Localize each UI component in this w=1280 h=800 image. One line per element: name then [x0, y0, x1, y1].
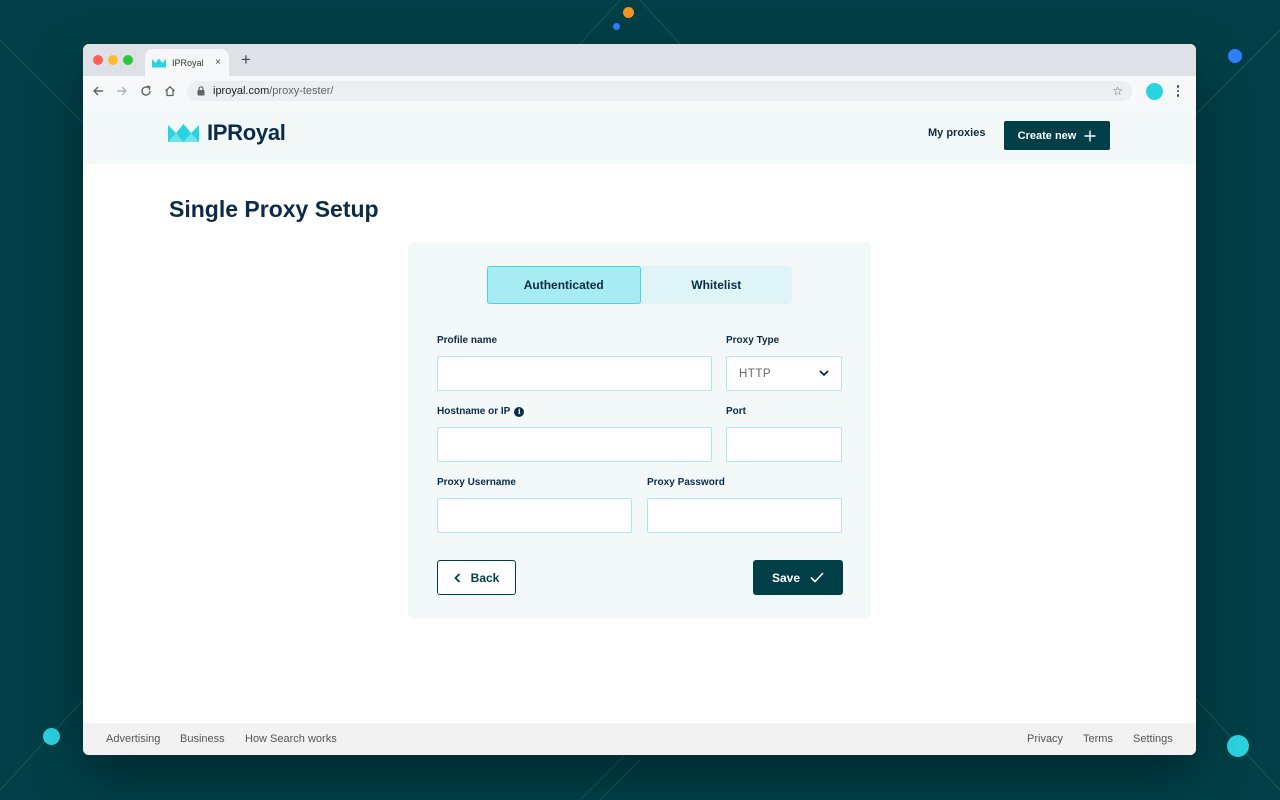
browser-menu-icon[interactable]: [1174, 83, 1182, 99]
back-button[interactable]: Back: [437, 560, 516, 595]
url-path: /proxy-tester/: [269, 85, 334, 97]
proxy-type-label: Proxy Type: [726, 335, 780, 346]
chevron-left-icon: [453, 572, 460, 583]
save-label: Save: [771, 570, 801, 585]
profile-name-label: Profile name: [437, 335, 498, 346]
proxy-type-value: HTTP: [739, 367, 772, 380]
info-icon[interactable]: i: [514, 406, 525, 417]
back-label: Back: [470, 570, 500, 585]
proxy-username-label: Proxy Username: [437, 477, 516, 488]
tab-bar: IPRoyal × +: [83, 44, 1196, 76]
chevron-down-icon: [819, 370, 829, 377]
minimize-window-button[interactable]: [108, 55, 118, 65]
tab-authenticated[interactable]: Authenticated: [487, 266, 641, 304]
crown-icon: [152, 58, 166, 68]
footer-link-advertising[interactable]: Advertising: [106, 733, 160, 745]
proxy-type-select[interactable]: HTTP: [726, 356, 842, 391]
address-bar[interactable]: iproyal.com/proxy-tester/ ☆: [187, 81, 1132, 101]
decor-dot-cyan-right: [1227, 735, 1249, 757]
decor-dot-orange: [623, 7, 634, 18]
port-label: Port: [726, 406, 746, 417]
decor-dot-cyan-left: [43, 728, 60, 745]
iproyal-logo[interactable]: IPRoyal: [168, 120, 286, 146]
url-text: iproyal.com/proxy-tester/: [213, 85, 333, 97]
proxy-setup-card: Authenticated Whitelist Profile name Pro…: [408, 242, 871, 619]
port-input[interactable]: [726, 427, 842, 462]
footer-link-how-search-works[interactable]: How Search works: [245, 733, 337, 745]
home-icon[interactable]: [163, 84, 177, 98]
logo-text: IPRoyal: [207, 120, 286, 145]
crown-icon: [168, 124, 199, 142]
hostname-label-text: Hostname or IP: [437, 406, 511, 417]
browser-toolbar: iproyal.com/proxy-tester/ ☆: [83, 76, 1196, 107]
reload-icon[interactable]: [139, 84, 153, 98]
close-window-button[interactable]: [93, 55, 103, 65]
auth-mode-toggle: Authenticated Whitelist: [487, 266, 792, 304]
create-new-label: Create new: [1017, 129, 1077, 142]
new-tab-button[interactable]: +: [241, 51, 251, 68]
decor-dot-blue-small: [613, 23, 620, 30]
profile-avatar[interactable]: [1146, 83, 1163, 100]
tab-title: IPRoyal: [172, 57, 204, 68]
footer-link-business[interactable]: Business: [180, 733, 225, 745]
tab-whitelist[interactable]: Whitelist: [641, 266, 793, 304]
back-arrow-icon[interactable]: [91, 84, 105, 98]
zoom-window-button[interactable]: [123, 55, 133, 65]
browser-tab[interactable]: IPRoyal ×: [145, 49, 229, 76]
proxy-password-input[interactable]: [647, 498, 842, 533]
page-footer: Advertising Business How Search works Pr…: [83, 723, 1196, 755]
hostname-input[interactable]: [437, 427, 712, 462]
footer-link-terms[interactable]: Terms: [1083, 733, 1113, 745]
my-proxies-link[interactable]: My proxies: [928, 127, 985, 139]
save-button[interactable]: Save: [753, 560, 843, 595]
lock-icon: [197, 86, 205, 96]
browser-window: IPRoyal × + iproyal.com/proxy-tester/ ☆: [83, 44, 1196, 755]
tab-close-icon[interactable]: ×: [215, 57, 221, 68]
checkmark-icon: [810, 572, 824, 583]
site-header: IPRoyal My proxies Create new: [83, 106, 1196, 164]
footer-link-settings[interactable]: Settings: [1133, 733, 1173, 745]
page-title: Single Proxy Setup: [169, 196, 379, 222]
profile-name-input[interactable]: [437, 356, 712, 391]
decor-dot-blue: [1228, 49, 1242, 63]
url-host: iproyal.com: [213, 85, 270, 97]
forward-arrow-icon[interactable]: [115, 84, 129, 98]
footer-link-privacy[interactable]: Privacy: [1027, 733, 1063, 745]
create-new-button[interactable]: Create new: [1004, 121, 1110, 150]
plus-icon: [1084, 130, 1096, 141]
proxy-username-input[interactable]: [437, 498, 632, 533]
bookmark-star-icon[interactable]: ☆: [1112, 84, 1123, 98]
proxy-password-label: Proxy Password: [647, 477, 725, 488]
hostname-label: Hostname or IP i: [437, 406, 525, 417]
